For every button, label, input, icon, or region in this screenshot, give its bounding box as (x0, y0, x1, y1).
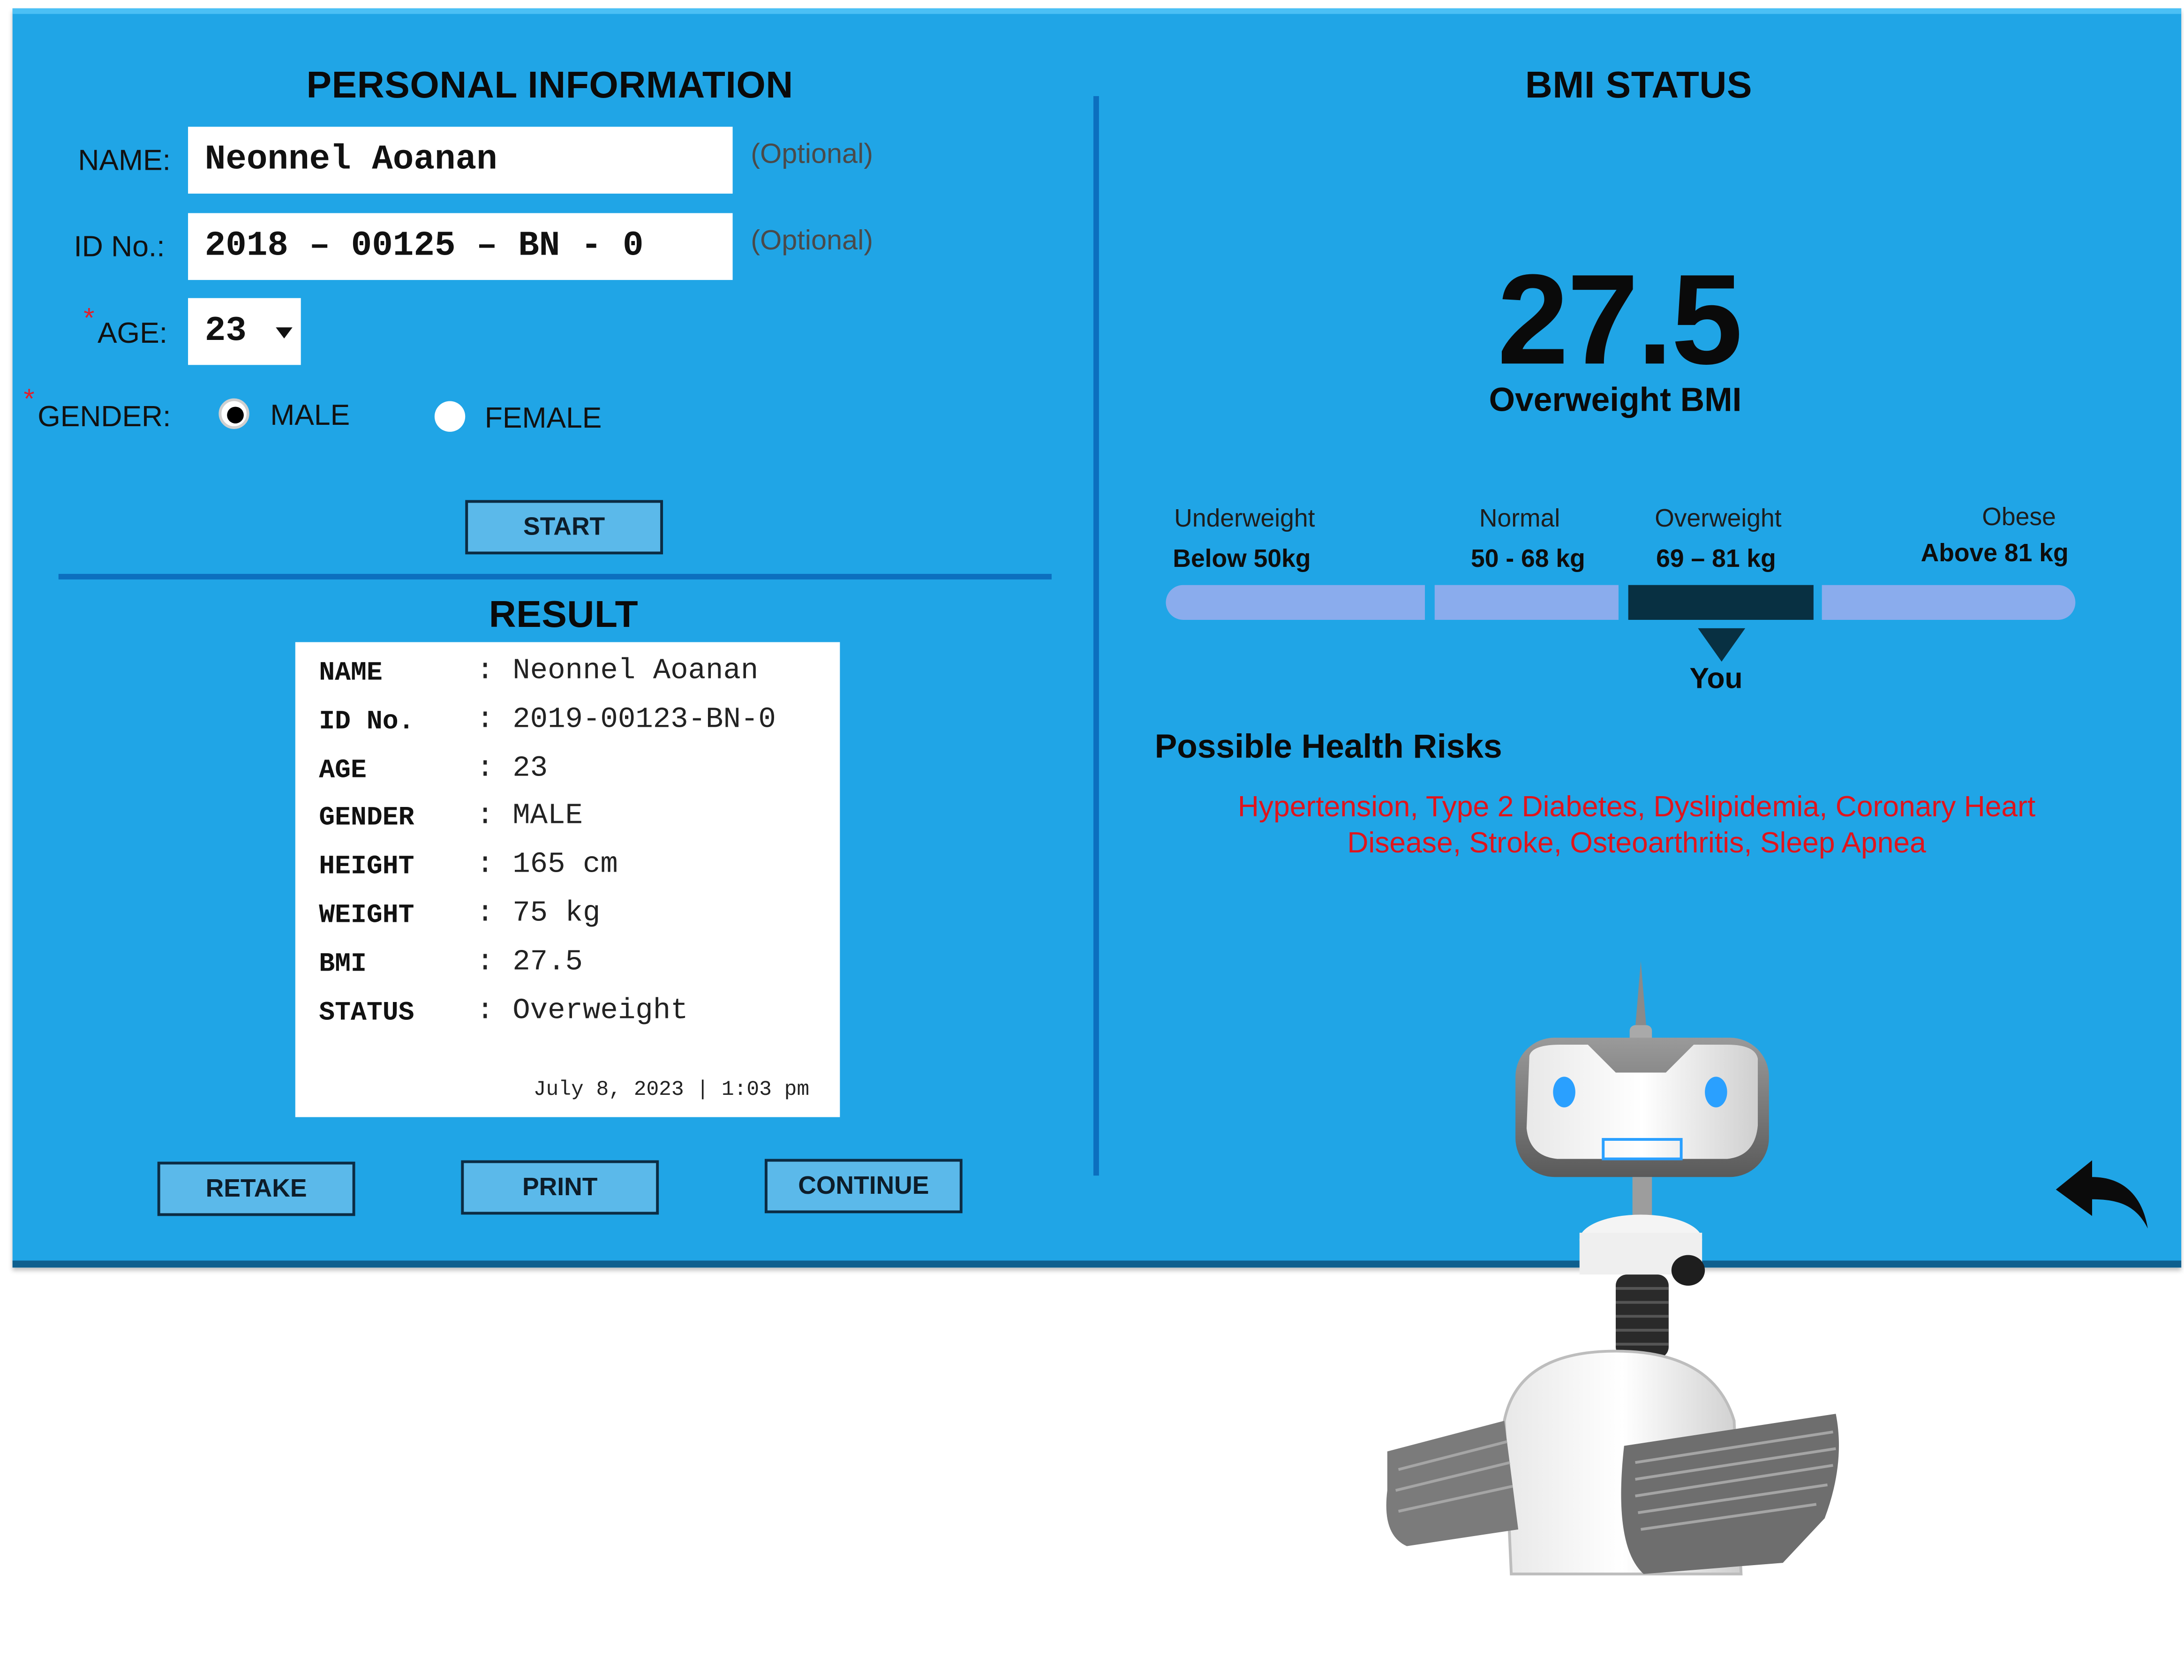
result-timestamp: July 8, 2023 | 1:03 pm (533, 1078, 810, 1102)
age-select-value: 23 (204, 310, 247, 351)
gender-option-male: MALE (270, 399, 350, 432)
category-overweight-range: 69 – 81 kg (1656, 544, 1776, 573)
name-label: NAME: (78, 144, 171, 177)
result-row-key: HEIGHT (319, 851, 414, 882)
category-overweight-name: Overweight (1655, 504, 1782, 532)
result-row-key: BMI (319, 948, 367, 979)
category-underweight-range: Below 50kg (1173, 544, 1311, 573)
result-row-key: WEIGHT (319, 900, 414, 931)
print-button[interactable]: PRINT (461, 1160, 659, 1215)
result-row-separator: : (476, 656, 494, 688)
result-row-key: NAME (319, 657, 383, 688)
name-input-value: Neonnel Aoanan (204, 139, 497, 180)
name-input[interactable]: Neonnel Aoanan (188, 127, 733, 194)
result-row-separator: : (476, 995, 494, 1028)
result-row-value: 27.5 (512, 947, 583, 979)
gender-option-female: FEMALE (484, 402, 602, 435)
back-arrow-icon[interactable] (2050, 1156, 2151, 1234)
id-input-value: 2018 – 00125 – BN - 0 (204, 226, 644, 266)
id-input[interactable]: 2018 – 00125 – BN - 0 (188, 213, 733, 280)
scale-segment-overweight-active (1628, 585, 1814, 620)
age-select[interactable]: 23 (188, 298, 301, 365)
result-card: NAME: Neonnel Aoanan ID No.:2019-00123-BN-… (295, 642, 840, 1117)
result-row-separator: : (476, 704, 494, 737)
result-row-value: 165 cm (512, 850, 618, 882)
bmi-status-title: BMI STATUS (1525, 64, 1753, 106)
category-underweight-name: Underweight (1174, 504, 1315, 532)
result-row-value: 2019-00123-BN-0 (512, 704, 776, 737)
gender-label: GENDER: (38, 401, 171, 433)
result-row-separator: : (476, 898, 494, 931)
result-row-value: 23 (512, 753, 548, 785)
robot-mascot (1386, 961, 1839, 1575)
result-row-value: MALE (512, 801, 583, 834)
you-marker-label: You (1689, 663, 1743, 695)
health-risks-line-1: Hypertension, Type 2 Diabetes, Dyslipide… (1237, 791, 2036, 823)
scale-segment-underweight (1166, 585, 1425, 620)
age-label: AGE: (97, 317, 168, 350)
column-divider (1093, 96, 1099, 1176)
section-divider (58, 573, 1052, 580)
category-normal-range: 50 - 68 kg (1471, 544, 1585, 573)
name-optional-hint: (Optional) (751, 139, 874, 170)
result-row-value: Overweight (512, 995, 688, 1028)
result-title: RESULT (489, 593, 639, 635)
gender-required-mark: * (23, 384, 35, 415)
result-row-key: ID No. (319, 706, 414, 737)
age-required-mark: * (83, 303, 95, 334)
caret-down-icon (276, 327, 293, 339)
start-button[interactable]: START (465, 500, 663, 555)
bmi-status-label: Overweight BMI (1489, 381, 1742, 420)
category-normal-name: Normal (1479, 504, 1560, 532)
category-obese-name: Obese (1982, 503, 2056, 531)
result-row-value: Neonnel Aoanan (512, 656, 759, 688)
id-optional-hint: (Optional) (751, 226, 874, 256)
scale-segment-obese (1822, 585, 2076, 620)
you-marker-icon (1698, 628, 1746, 662)
health-risks-title: Possible Health Risks (1154, 728, 1502, 766)
bmi-value: 27.5 (1497, 249, 1743, 392)
health-risks-line-2: Disease, Stroke, Osteoarthritis, Sleep A… (1347, 827, 1926, 859)
id-label: ID No.: (74, 231, 165, 264)
result-row-separator: : (476, 947, 494, 979)
result-row-key: AGE (319, 754, 367, 785)
result-row-value: 75 kg (512, 898, 601, 931)
result-row-separator: : (476, 753, 494, 785)
gender-radio-female[interactable] (434, 401, 466, 432)
personal-info-title: PERSONAL INFORMATION (306, 64, 793, 106)
result-row-key: GENDER (319, 803, 414, 834)
scale-segment-normal (1434, 585, 1619, 620)
result-row-separator: : (476, 850, 494, 882)
retake-button[interactable]: RETAKE (157, 1161, 355, 1216)
result-row-key: STATUS (319, 996, 414, 1028)
result-row-separator: : (476, 801, 494, 834)
continue-button[interactable]: CONTINUE (764, 1159, 963, 1213)
category-obese-range: Above 81 kg (1920, 539, 2069, 567)
gender-radio-male[interactable] (218, 398, 249, 429)
